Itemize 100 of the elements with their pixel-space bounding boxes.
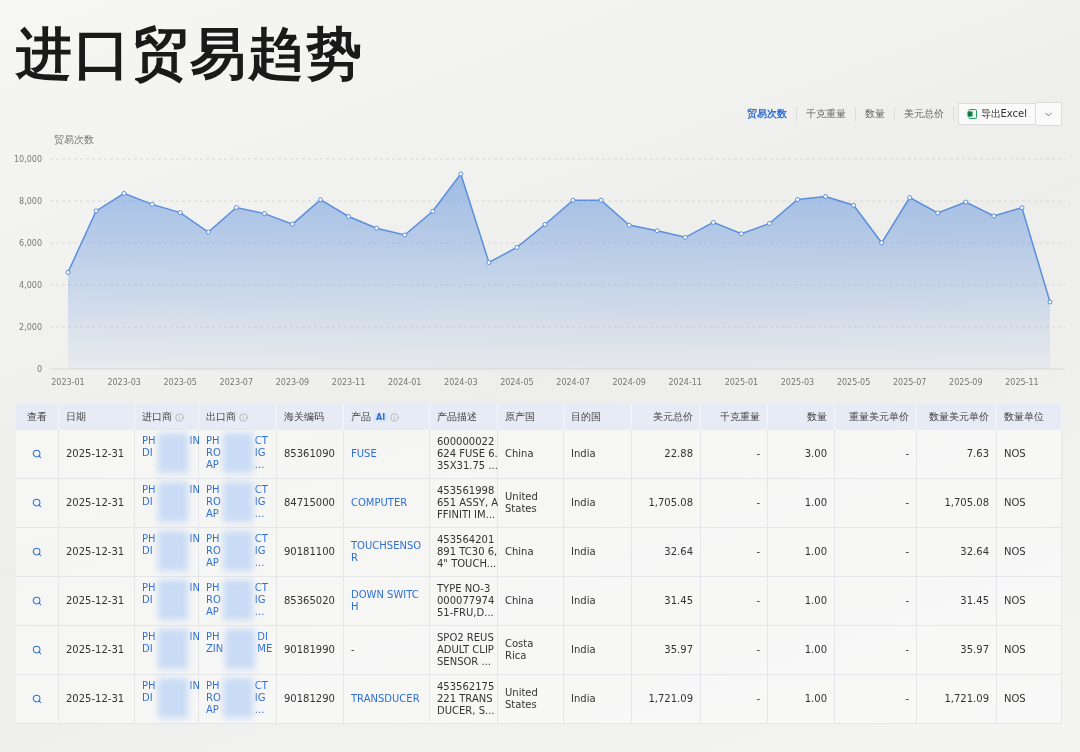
- company-name[interactable]: PH ZIN: [206, 631, 224, 655]
- company-name[interactable]: PH RO AP: [206, 680, 221, 716]
- company-name[interactable]: IN: [189, 631, 200, 643]
- data-point: [598, 197, 604, 203]
- company-name[interactable]: PH RO AP: [206, 484, 221, 520]
- table-cell-text: -: [756, 448, 760, 460]
- data-point: [991, 213, 997, 219]
- redaction-blur: [222, 433, 253, 473]
- company-name[interactable]: PH DI: [142, 533, 156, 557]
- data-point: [205, 229, 211, 235]
- table-cell-text: -: [756, 644, 760, 656]
- company-name[interactable]: PH DI: [142, 680, 156, 704]
- company-name[interactable]: CT IG ...: [254, 484, 268, 520]
- table-cell-text: NOS: [1004, 693, 1026, 705]
- company-name[interactable]: PH RO AP: [206, 582, 221, 618]
- table-cell-text: 2025-12-31: [66, 595, 125, 607]
- table-cell-text: 32.64: [664, 546, 693, 558]
- search-button[interactable]: [32, 449, 42, 459]
- table-cell-text: 90181100: [284, 546, 335, 558]
- metric-tab[interactable]: 美元总价: [894, 107, 954, 121]
- axis-title: 贸易次数: [54, 134, 94, 145]
- company-name[interactable]: IN: [189, 484, 200, 496]
- data-point: [851, 202, 857, 208]
- company-name[interactable]: IN: [189, 582, 200, 594]
- data-point: [458, 171, 464, 177]
- company-name[interactable]: PH RO AP: [206, 435, 221, 471]
- company-name[interactable]: PH RO AP: [206, 533, 221, 569]
- company-name[interactable]: CT IG ...: [254, 582, 268, 618]
- table-cell-text: -: [905, 546, 909, 558]
- table-cell-text: NOS: [1004, 497, 1026, 509]
- description-text: 453562175 221 TRANS DUCER, S...: [437, 681, 495, 717]
- axis-tick-label: 2024-05: [500, 378, 534, 387]
- company-name[interactable]: CT IG ...: [254, 680, 268, 716]
- company-name[interactable]: PH DI: [142, 631, 156, 655]
- column-label: 数量: [807, 410, 827, 424]
- axis-tick-label: 2024-09: [612, 378, 646, 387]
- spreadsheet-icon: [966, 109, 977, 119]
- table-cell-text: 1,721.09: [648, 693, 693, 705]
- company-name[interactable]: CT IG ...: [254, 533, 268, 569]
- table-cell-text: 31.45: [960, 595, 989, 607]
- table-cell-text: India: [571, 497, 596, 509]
- country-text: United States: [505, 687, 539, 711]
- search-button[interactable]: [32, 645, 42, 655]
- metric-tab[interactable]: 千克重量: [796, 107, 856, 121]
- table-cell-text: 1.00: [804, 497, 827, 509]
- table-cell-text: NOS: [1004, 595, 1026, 607]
- axis-tick-label: 2024-01: [387, 378, 422, 387]
- table-cell-text: 22.88: [664, 448, 693, 460]
- company-name[interactable]: PH DI: [142, 435, 156, 459]
- redaction-blur: [157, 580, 188, 620]
- axis-tick-label: 2023-05: [163, 378, 197, 387]
- metric-tab[interactable]: 数量: [855, 107, 895, 121]
- search-button[interactable]: [32, 694, 42, 704]
- table-cell-text: -: [905, 448, 909, 460]
- column-label: 数量美元单价: [929, 410, 989, 424]
- product-link[interactable]: TRANSDUCER: [351, 693, 420, 705]
- table-cell-text: -: [905, 595, 909, 607]
- metric-tab[interactable]: 贸易次数: [737, 107, 797, 121]
- data-point: [654, 228, 660, 234]
- axis-tick-label: 4,000: [19, 281, 42, 290]
- company-name[interactable]: IN: [189, 680, 200, 692]
- company-name[interactable]: CT IG ...: [254, 435, 268, 471]
- table-cell-text: 2025-12-31: [66, 448, 125, 460]
- data-point: [261, 211, 267, 217]
- table-cell-text: -: [905, 497, 909, 509]
- table-cell-text: 35.97: [960, 644, 989, 656]
- search-button[interactable]: [32, 498, 42, 508]
- axis-tick-label: 2025-05: [836, 378, 871, 387]
- company-name[interactable]: DI ME: [257, 631, 273, 655]
- export-button[interactable]: 导出Excel: [957, 103, 1036, 125]
- company-name[interactable]: PH DI: [142, 484, 156, 508]
- axis-tick-label: 2025-07: [893, 378, 927, 387]
- data-point: [879, 240, 885, 246]
- data-point: [738, 231, 744, 237]
- column-label: 千克重量: [720, 410, 760, 424]
- column-label: 进口商: [142, 410, 172, 424]
- search-button[interactable]: [32, 596, 42, 606]
- data-point: [486, 260, 492, 266]
- column-label: 产品: [351, 410, 371, 424]
- company-name[interactable]: IN: [189, 533, 200, 545]
- data-point: [346, 214, 352, 220]
- company-name[interactable]: PH DI: [142, 582, 156, 606]
- data-point: [823, 194, 829, 200]
- product-link[interactable]: COMPUTER: [351, 497, 408, 509]
- product-link[interactable]: FUSE: [351, 448, 377, 460]
- table-cell-text: -: [351, 644, 355, 656]
- data-point: [93, 208, 99, 214]
- table-cell-text: NOS: [1004, 546, 1026, 558]
- redaction-blur: [225, 629, 256, 669]
- company-name[interactable]: IN: [189, 435, 200, 447]
- column-label: 数量单位: [1004, 410, 1044, 424]
- redaction-blur: [222, 482, 253, 522]
- data-point: [542, 222, 548, 227]
- data-point: [626, 222, 632, 228]
- country-text: China: [505, 546, 535, 558]
- table-cell-text: 85365020: [284, 595, 335, 607]
- table-cell-text: 1.00: [804, 693, 827, 705]
- search-button[interactable]: [32, 547, 42, 557]
- ai-badge: AI: [374, 412, 388, 422]
- column-label: 出口商: [206, 410, 236, 424]
